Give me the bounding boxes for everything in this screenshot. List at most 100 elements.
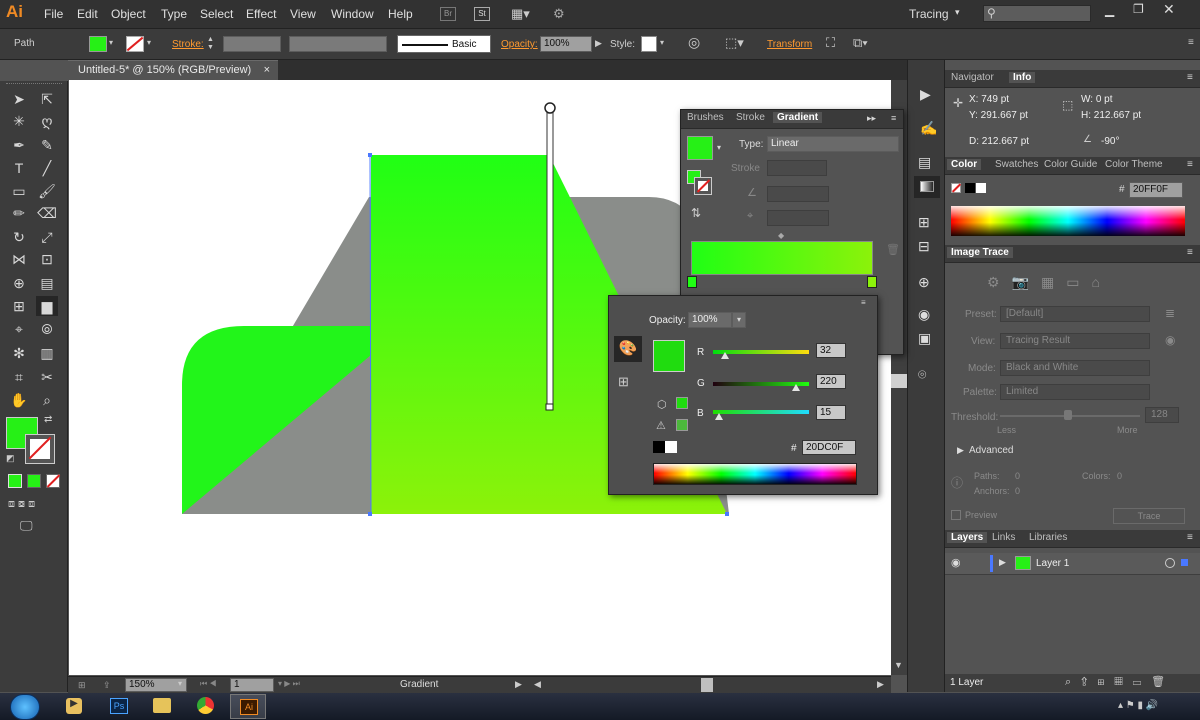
restore-button[interactable]: ❐ <box>1133 2 1144 16</box>
control-panel-menu-icon[interactable]: ≡ <box>1188 37 1194 48</box>
angle-field[interactable] <box>767 186 829 202</box>
artboard-tool-icon[interactable]: ⌗ <box>8 367 30 387</box>
r-field[interactable]: 32 <box>816 343 846 358</box>
close-document-button[interactable]: × <box>264 61 270 80</box>
draw-mode-icons[interactable]: ⧈ ⧇ ⧈ <box>8 498 35 511</box>
menu-type[interactable]: Type <box>161 7 187 21</box>
swatch-panel-icon[interactable]: ▤ <box>918 154 931 171</box>
eraser-tool-icon[interactable]: ⌫ <box>36 203 58 223</box>
transparency-panel-icon[interactable]: ⊕ <box>918 274 930 291</box>
horizontal-scroll-thumb[interactable] <box>701 678 713 692</box>
fill-swatch[interactable] <box>89 36 107 52</box>
lasso-tool-icon[interactable]: ღ <box>36 111 58 131</box>
layers-footer-icons[interactable]: ⌕⇪⊞▦▭🗑 <box>1065 675 1175 689</box>
stroke-color-box[interactable] <box>25 434 55 464</box>
start-button[interactable] <box>10 694 40 720</box>
image-trace-panel-icon[interactable]: ⌾ <box>918 366 926 383</box>
status-menu-icon[interactable]: ▶ <box>515 679 522 690</box>
workspace-switcher[interactable]: Tracing <box>909 7 949 21</box>
free-transform-tool-icon[interactable]: ⊡ <box>36 249 58 269</box>
zoom-tool-icon[interactable]: ⌕ <box>36 390 58 410</box>
midpoint-diamond-icon[interactable]: ◆ <box>778 231 784 240</box>
layer-selection-indicator[interactable] <box>1181 559 1188 566</box>
gradient-stop-left[interactable] <box>687 276 697 288</box>
swap-fill-stroke-icon[interactable]: ⇄ <box>44 414 52 425</box>
brush-panel-icon[interactable]: ✍ <box>920 120 937 137</box>
threshold-slider-thumb[interactable] <box>1064 410 1072 420</box>
aspect-ratio-field[interactable] <box>767 210 829 226</box>
graphic-styles-icon[interactable]: ▣ <box>918 330 931 347</box>
layer-visibility-eye-icon[interactable]: ◉ <box>951 556 961 569</box>
tab-info[interactable]: Info <box>1009 72 1036 83</box>
gradient-thumbnail-chevron-icon[interactable]: ▾ <box>717 143 721 152</box>
r-slider-thumb[interactable] <box>721 352 729 359</box>
scroll-down-icon[interactable]: ▼ <box>894 660 903 670</box>
photoshop-taskbar-icon[interactable]: Ps <box>110 698 128 714</box>
gradient-tool-icon[interactable]: ▆ <box>36 296 58 316</box>
menu-select[interactable]: Select <box>200 7 233 21</box>
web-safe-swatch[interactable] <box>676 397 688 409</box>
variable-width-dropdown[interactable] <box>289 36 387 52</box>
view-eye-icon[interactable]: ◉ <box>1165 333 1175 347</box>
popup-black-swatch[interactable] <box>653 441 665 453</box>
gradient-stop-right[interactable] <box>867 276 877 288</box>
gradient-mode-icon[interactable] <box>27 474 41 488</box>
menu-edit[interactable]: Edit <box>77 7 98 21</box>
eyedropper-tool-icon[interactable]: ⌖ <box>8 319 30 339</box>
gpu-performance-icon[interactable]: ⚙ <box>553 6 565 22</box>
tab-brushes[interactable]: Brushes <box>687 112 724 123</box>
gradient-menu-icon[interactable]: ≡ <box>891 113 896 123</box>
layer-row[interactable]: ◉ ▶ Layer 1 <box>945 553 1200 575</box>
g-field[interactable]: 220 <box>816 374 846 389</box>
opacity-field[interactable]: 100% <box>540 36 592 52</box>
search-input[interactable]: ⚲ <box>983 5 1091 22</box>
curvature-tool-icon[interactable]: ✎ <box>36 135 58 155</box>
b-field[interactable]: 15 <box>816 405 846 420</box>
color-popup-menu-icon[interactable]: ≡ <box>861 298 866 307</box>
white-color-icon[interactable] <box>976 183 986 193</box>
align-to-icon[interactable]: ⬚▾ <box>725 35 744 51</box>
reverse-gradient-icon[interactable]: ⇅ <box>691 206 701 220</box>
play-action-icon[interactable]: ▶ <box>920 86 931 103</box>
popup-white-swatch[interactable] <box>665 441 677 453</box>
mode-dropdown[interactable]: Black and White <box>1000 360 1150 376</box>
rectangle-tool-icon[interactable]: ▭ <box>8 181 30 201</box>
paintbrush-tool-icon[interactable]: 🖌 <box>36 181 58 201</box>
appearance-panel-icon[interactable]: ◉ <box>918 306 930 323</box>
navinfo-menu-icon[interactable]: ≡ <box>1187 72 1193 83</box>
stroke-weight-field[interactable] <box>223 36 281 52</box>
color-mode-icon[interactable] <box>8 474 22 488</box>
tab-image-trace[interactable]: Image Trace <box>947 247 1013 258</box>
media-player-icon[interactable]: ▶ <box>66 698 82 714</box>
popup-hex-field[interactable]: 20DC0F <box>802 440 856 455</box>
shape-builder-tool-icon[interactable]: ⊕ <box>8 273 30 293</box>
tab-navigator[interactable]: Navigator <box>951 72 994 83</box>
zoom-chevron-icon[interactable]: ▾ <box>178 679 182 688</box>
opacity-label[interactable]: Opacity: <box>501 39 538 50</box>
preset-dropdown[interactable]: [Default] <box>1000 306 1150 322</box>
selection-tool-icon[interactable]: ➤ <box>8 89 30 109</box>
none-color-icon[interactable] <box>951 183 962 193</box>
popup-swatches-icon[interactable]: 🎨 <box>614 336 642 362</box>
stroke-label[interactable]: Stroke: <box>172 39 204 50</box>
trace-preset-icons[interactable]: ⚙📷▦▭⌂ <box>987 274 1112 291</box>
color-hex-field[interactable]: 20FF0F <box>1129 182 1183 198</box>
out-of-gamut-icon[interactable]: ⚠ <box>656 419 666 432</box>
type-tool-icon[interactable]: T <box>8 158 30 178</box>
color-spectrum[interactable] <box>951 206 1185 236</box>
popup-opacity-chevron-icon[interactable]: ▾ <box>732 312 746 328</box>
line-tool-icon[interactable]: ╱ <box>36 158 58 178</box>
stroke-weight-stepper[interactable]: ▲ ▼ <box>207 36 219 52</box>
stroke-chevron-icon[interactable]: ▾ <box>147 38 151 47</box>
layers-menu-icon[interactable]: ≡ <box>1187 532 1193 543</box>
none-mode-icon[interactable] <box>46 474 61 488</box>
layer-name[interactable]: Layer 1 <box>1036 558 1069 569</box>
stock-button[interactable]: St <box>474 7 490 21</box>
share-icon[interactable]: ⇪ <box>103 680 111 691</box>
transform-link[interactable]: Transform <box>767 39 812 50</box>
layer-target-icon[interactable] <box>1165 558 1175 568</box>
arrange-icon[interactable]: ⧉▾ <box>853 35 868 51</box>
bridge-button[interactable]: Br <box>440 7 456 21</box>
scroll-right-icon[interactable]: ▶ <box>877 679 884 690</box>
recolor-artwork-icon[interactable]: ◎ <box>688 34 700 51</box>
